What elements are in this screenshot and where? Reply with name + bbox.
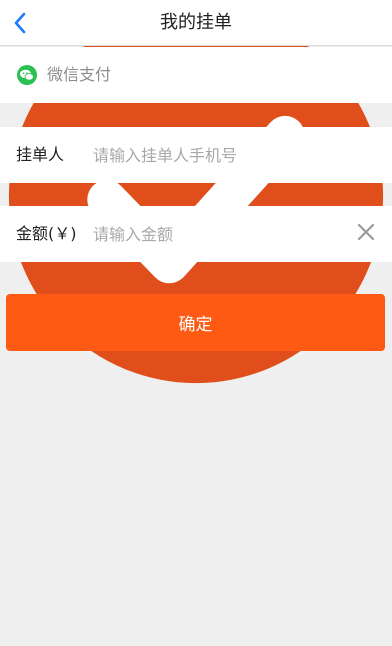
page-title: 我的挂单 [160, 12, 232, 33]
confirm-button[interactable]: 确定 [6, 294, 385, 351]
navigation-bar: 我的挂单 [0, 0, 392, 46]
amount-label: 金额(￥) [16, 224, 77, 243]
payment-method-label: 微信支付 [47, 65, 112, 84]
amount-input[interactable] [93, 220, 343, 248]
payer-label: 挂单人 [16, 145, 65, 164]
payer-phone-input[interactable] [93, 141, 343, 169]
payer-row: 挂单人 [0, 127, 392, 183]
close-icon[interactable] [355, 221, 377, 243]
wechat-icon [17, 65, 37, 85]
amount-row: 金额(￥) [0, 206, 392, 262]
payment-method-row[interactable]: 微信支付 [0, 47, 392, 103]
